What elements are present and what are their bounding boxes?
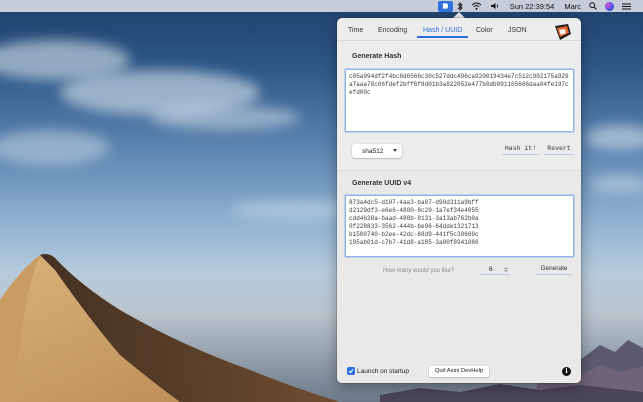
hash-it-button[interactable]: Hash it! (502, 144, 539, 155)
active-tab-indicator (417, 36, 468, 38)
uuid-count-value[interactable]: 6 (489, 266, 493, 273)
tab-color[interactable]: Color (476, 26, 493, 36)
checkmark-icon (348, 369, 354, 374)
generate-uuid-title: Generate UUID v4 (352, 180, 412, 187)
search-icon[interactable] (585, 0, 601, 12)
launch-on-startup-label[interactable]: Launch on startup (357, 367, 409, 376)
hash-algorithm-select[interactable]: sha512 (352, 144, 402, 158)
volume-icon[interactable] (486, 0, 504, 12)
bluetooth-icon[interactable] (453, 0, 467, 12)
generate-hash-title: Generate Hash (352, 53, 402, 60)
tab-time[interactable]: Time (348, 26, 363, 36)
clock-text[interactable]: Sun 22:39:54 (504, 0, 561, 12)
app-logo-icon (555, 24, 571, 40)
increment-icon[interactable] (504, 266, 508, 269)
stepper-arrows-icon[interactable] (503, 265, 509, 273)
quit-button[interactable]: Quit Asini DevHelp (429, 366, 489, 377)
devhelp-icon[interactable] (437, 0, 453, 12)
uuid-count-stepper[interactable]: 6 (480, 264, 510, 275)
hash-algorithm-value: sha512 (362, 147, 384, 155)
tab-json[interactable]: JSON (508, 26, 527, 36)
tab-encoding[interactable]: Encoding (378, 26, 407, 36)
launch-on-startup-checkbox[interactable] (347, 367, 355, 375)
section-divider (337, 170, 581, 171)
tab-bar: Time Encoding Hash / UUID Color JSON (337, 18, 581, 40)
wifi-icon[interactable] (467, 0, 486, 12)
devhelp-popover: Time Encoding Hash / UUID Color JSON Gen… (337, 18, 581, 383)
menu-list-icon[interactable] (618, 0, 635, 12)
menubar: Sun 22:39:54 Marc (0, 0, 643, 12)
decrement-icon[interactable] (504, 269, 508, 272)
tab-divider (337, 40, 581, 41)
user-menu[interactable]: Marc (560, 0, 585, 12)
siri-icon[interactable] (601, 0, 618, 12)
chevron-down-icon (393, 149, 397, 152)
tab-hash-uuid[interactable]: Hash / UUID (423, 26, 462, 36)
hash-output-textarea[interactable]: c05a994df2f4bc8d6566c30c527ddc496ca92001… (345, 69, 574, 132)
revert-button[interactable]: Revert (544, 144, 574, 155)
uuid-output-textarea[interactable]: 873a4dc5-d107-4aa3-ba07-d90d311a9bff d21… (345, 195, 574, 257)
info-icon[interactable]: i (562, 367, 571, 376)
generate-button[interactable]: Generate (536, 264, 572, 275)
uuid-count-question: How many would you like? (383, 268, 455, 274)
